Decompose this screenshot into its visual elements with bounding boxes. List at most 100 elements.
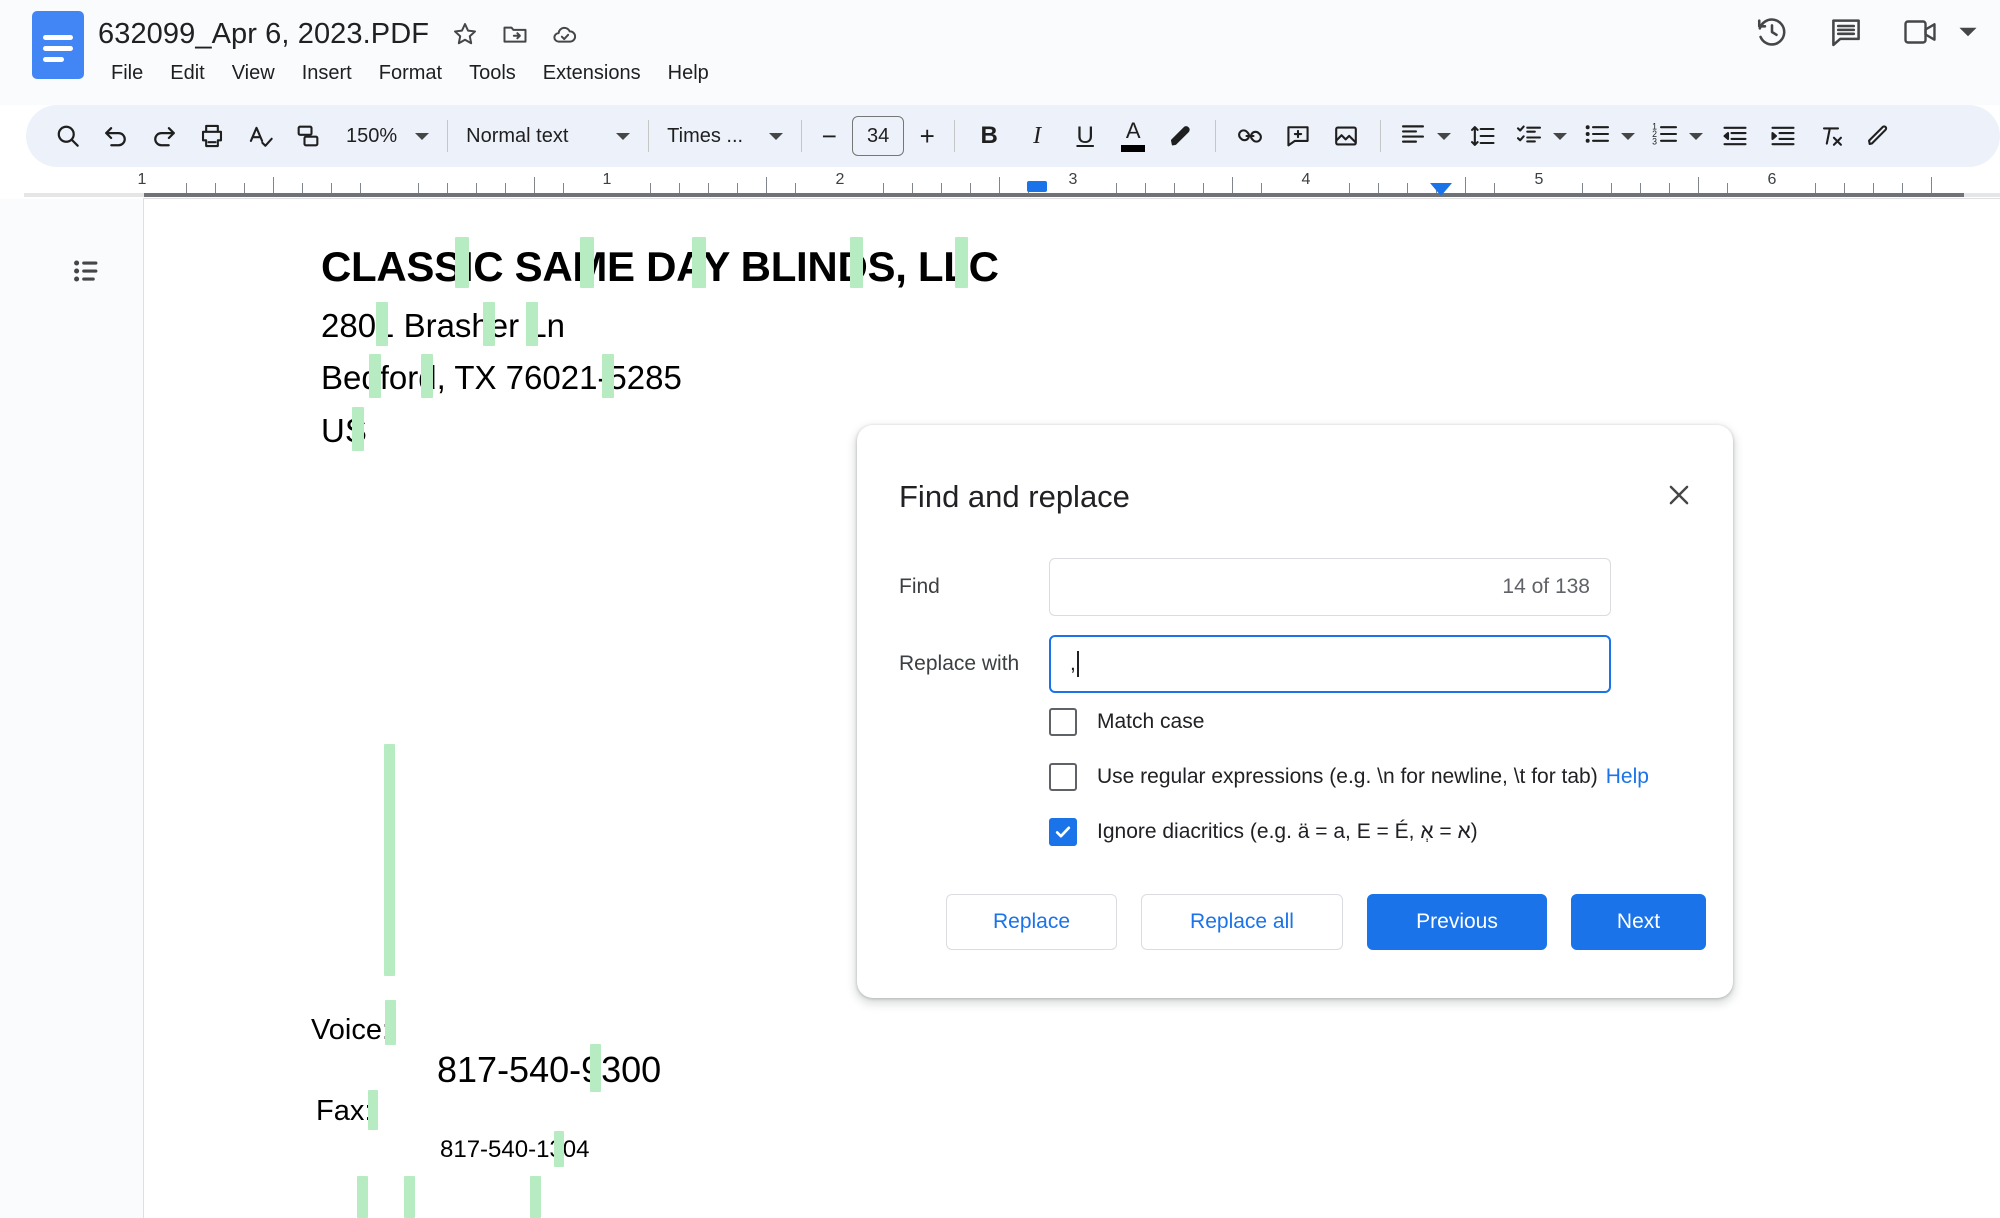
ruler-tick — [1494, 183, 1495, 193]
ruler-tick — [1611, 183, 1612, 193]
undo-icon[interactable] — [92, 112, 140, 160]
next-button[interactable]: Next — [1571, 894, 1706, 950]
ignore-diacritics-option[interactable]: Ignore diacritics (e.g. ä = a, E = É, א … — [1049, 818, 1478, 846]
search-icon[interactable] — [44, 112, 92, 160]
search-match-highlight — [955, 237, 968, 288]
match-counter: 14 of 138 — [1502, 575, 1590, 598]
ignore-diacritics-checkbox[interactable] — [1049, 818, 1077, 846]
replace-all-button[interactable]: Replace all — [1141, 894, 1343, 950]
numbered-list-icon: 1 2 3 — [1651, 120, 1679, 153]
menu-item-extensions[interactable]: Extensions — [530, 58, 655, 89]
document-ruler[interactable]: 1 1 2 3 4 5 6 — [0, 169, 2000, 199]
menu-item-tools[interactable]: Tools — [456, 58, 530, 89]
align-dropdown[interactable] — [1391, 114, 1459, 159]
insert-link-icon[interactable] — [1226, 112, 1274, 160]
text-color-label: A — [1125, 118, 1141, 143]
cloud-saved-icon[interactable] — [551, 20, 579, 48]
menu-item-format[interactable]: Format — [366, 58, 456, 89]
chevron-down-icon — [1437, 132, 1452, 140]
font-size-input[interactable]: 34 — [852, 116, 905, 156]
use-regex-option[interactable]: Use regular expressions (e.g. \n for new… — [1049, 763, 1649, 791]
search-match-highlight — [421, 354, 433, 398]
underline-button[interactable]: U — [1061, 112, 1109, 160]
highlight-pen-icon[interactable] — [1157, 112, 1205, 160]
menu-item-help[interactable]: Help — [655, 58, 723, 89]
increase-indent-icon[interactable] — [1759, 112, 1807, 160]
match-case-checkbox[interactable] — [1049, 708, 1077, 736]
docs-logo-icon[interactable] — [32, 11, 84, 79]
document-title[interactable]: 632099_Apr 6, 2023.PDF — [98, 18, 429, 51]
search-match-highlight — [404, 1176, 415, 1218]
ruler-tick — [1669, 183, 1670, 193]
decrease-indent-icon[interactable] — [1711, 112, 1759, 160]
replace-input[interactable]: , — [1049, 635, 1611, 693]
replace-field-row: Replace with , — [899, 635, 1689, 693]
print-icon[interactable] — [188, 112, 236, 160]
menu-item-file[interactable]: File — [98, 58, 157, 89]
ruler-tick — [650, 183, 651, 193]
document-outline-icon[interactable] — [58, 242, 116, 300]
toolbar-divider — [1215, 120, 1217, 152]
redo-icon[interactable] — [140, 112, 188, 160]
use-regex-checkbox[interactable] — [1049, 763, 1077, 791]
ruler-tick — [737, 183, 738, 193]
ruler-tick — [1815, 183, 1816, 193]
menu-item-insert[interactable]: Insert — [289, 58, 366, 89]
decrease-font-size-button[interactable]: − — [812, 119, 846, 153]
find-input[interactable]: 14 of 138 — [1049, 558, 1611, 616]
previous-button[interactable]: Previous — [1367, 894, 1547, 950]
app-header: 632099_Apr 6, 2023.PDF File Edit View In… — [0, 0, 2000, 112]
search-match-highlight — [368, 1090, 378, 1130]
chevron-down-icon — [1621, 132, 1636, 140]
clear-formatting-icon[interactable] — [1807, 112, 1855, 160]
increase-font-size-button[interactable]: + — [910, 119, 944, 153]
numbered-list-dropdown[interactable]: 1 2 3 — [1643, 114, 1711, 159]
left-indent-marker[interactable] — [1027, 181, 1047, 192]
toolbar-divider — [801, 120, 803, 152]
spellcheck-icon[interactable] — [236, 112, 284, 160]
italic-button[interactable]: I — [1013, 112, 1061, 160]
ruler-tick — [1174, 183, 1175, 193]
checklist-dropdown[interactable] — [1507, 114, 1575, 159]
search-match-highlight — [554, 1131, 564, 1167]
ruler-tick — [331, 183, 332, 193]
align-left-icon — [1399, 120, 1427, 153]
star-icon[interactable] — [451, 20, 479, 48]
chevron-down-icon — [769, 132, 784, 140]
underline-label: U — [1076, 122, 1094, 149]
chevron-down-icon — [616, 132, 631, 140]
ruler-tick — [215, 183, 216, 193]
text-color-button[interactable]: A — [1109, 112, 1157, 160]
close-icon[interactable] — [1655, 471, 1703, 519]
regex-help-link[interactable]: Help — [1606, 765, 1649, 789]
paint-format-icon[interactable] — [284, 112, 332, 160]
menu-item-edit[interactable]: Edit — [157, 58, 218, 89]
right-indent-marker[interactable] — [1430, 183, 1452, 196]
main-toolbar: 150% Normal text Times ... − 34 + B I U — [26, 105, 2000, 167]
move-to-folder-icon[interactable] — [501, 20, 529, 48]
ruler-number: 2 — [835, 171, 845, 188]
search-match-highlight — [580, 237, 594, 288]
menu-item-view[interactable]: View — [219, 58, 289, 89]
ruler-number: 5 — [1534, 171, 1544, 188]
font-family-dropdown[interactable]: Times ... — [659, 119, 791, 154]
bold-button[interactable]: B — [965, 112, 1013, 160]
version-history-icon[interactable] — [1754, 14, 1790, 55]
zoom-control[interactable]: 150% — [332, 119, 437, 154]
search-match-highlight — [369, 354, 381, 398]
ruler-tick — [912, 183, 913, 193]
use-regex-label: Use regular expressions (e.g. \n for new… — [1097, 765, 1598, 788]
match-case-option[interactable]: Match case — [1049, 708, 1204, 736]
replace-button[interactable]: Replace — [946, 894, 1117, 950]
video-call-icon[interactable] — [1902, 16, 1944, 53]
comment-history-icon[interactable] — [1828, 14, 1864, 55]
add-comment-icon[interactable] — [1274, 112, 1322, 160]
editing-mode-icon[interactable] — [1855, 112, 1903, 160]
italic-label: I — [1033, 122, 1042, 149]
bulleted-list-dropdown[interactable] — [1575, 114, 1643, 159]
insert-image-icon[interactable] — [1322, 112, 1370, 160]
line-spacing-icon[interactable] — [1459, 112, 1507, 160]
paragraph-style-dropdown[interactable]: Normal text — [458, 119, 638, 154]
ruler-tick — [1582, 183, 1583, 193]
video-call-caret-icon[interactable] — [1958, 22, 1978, 47]
